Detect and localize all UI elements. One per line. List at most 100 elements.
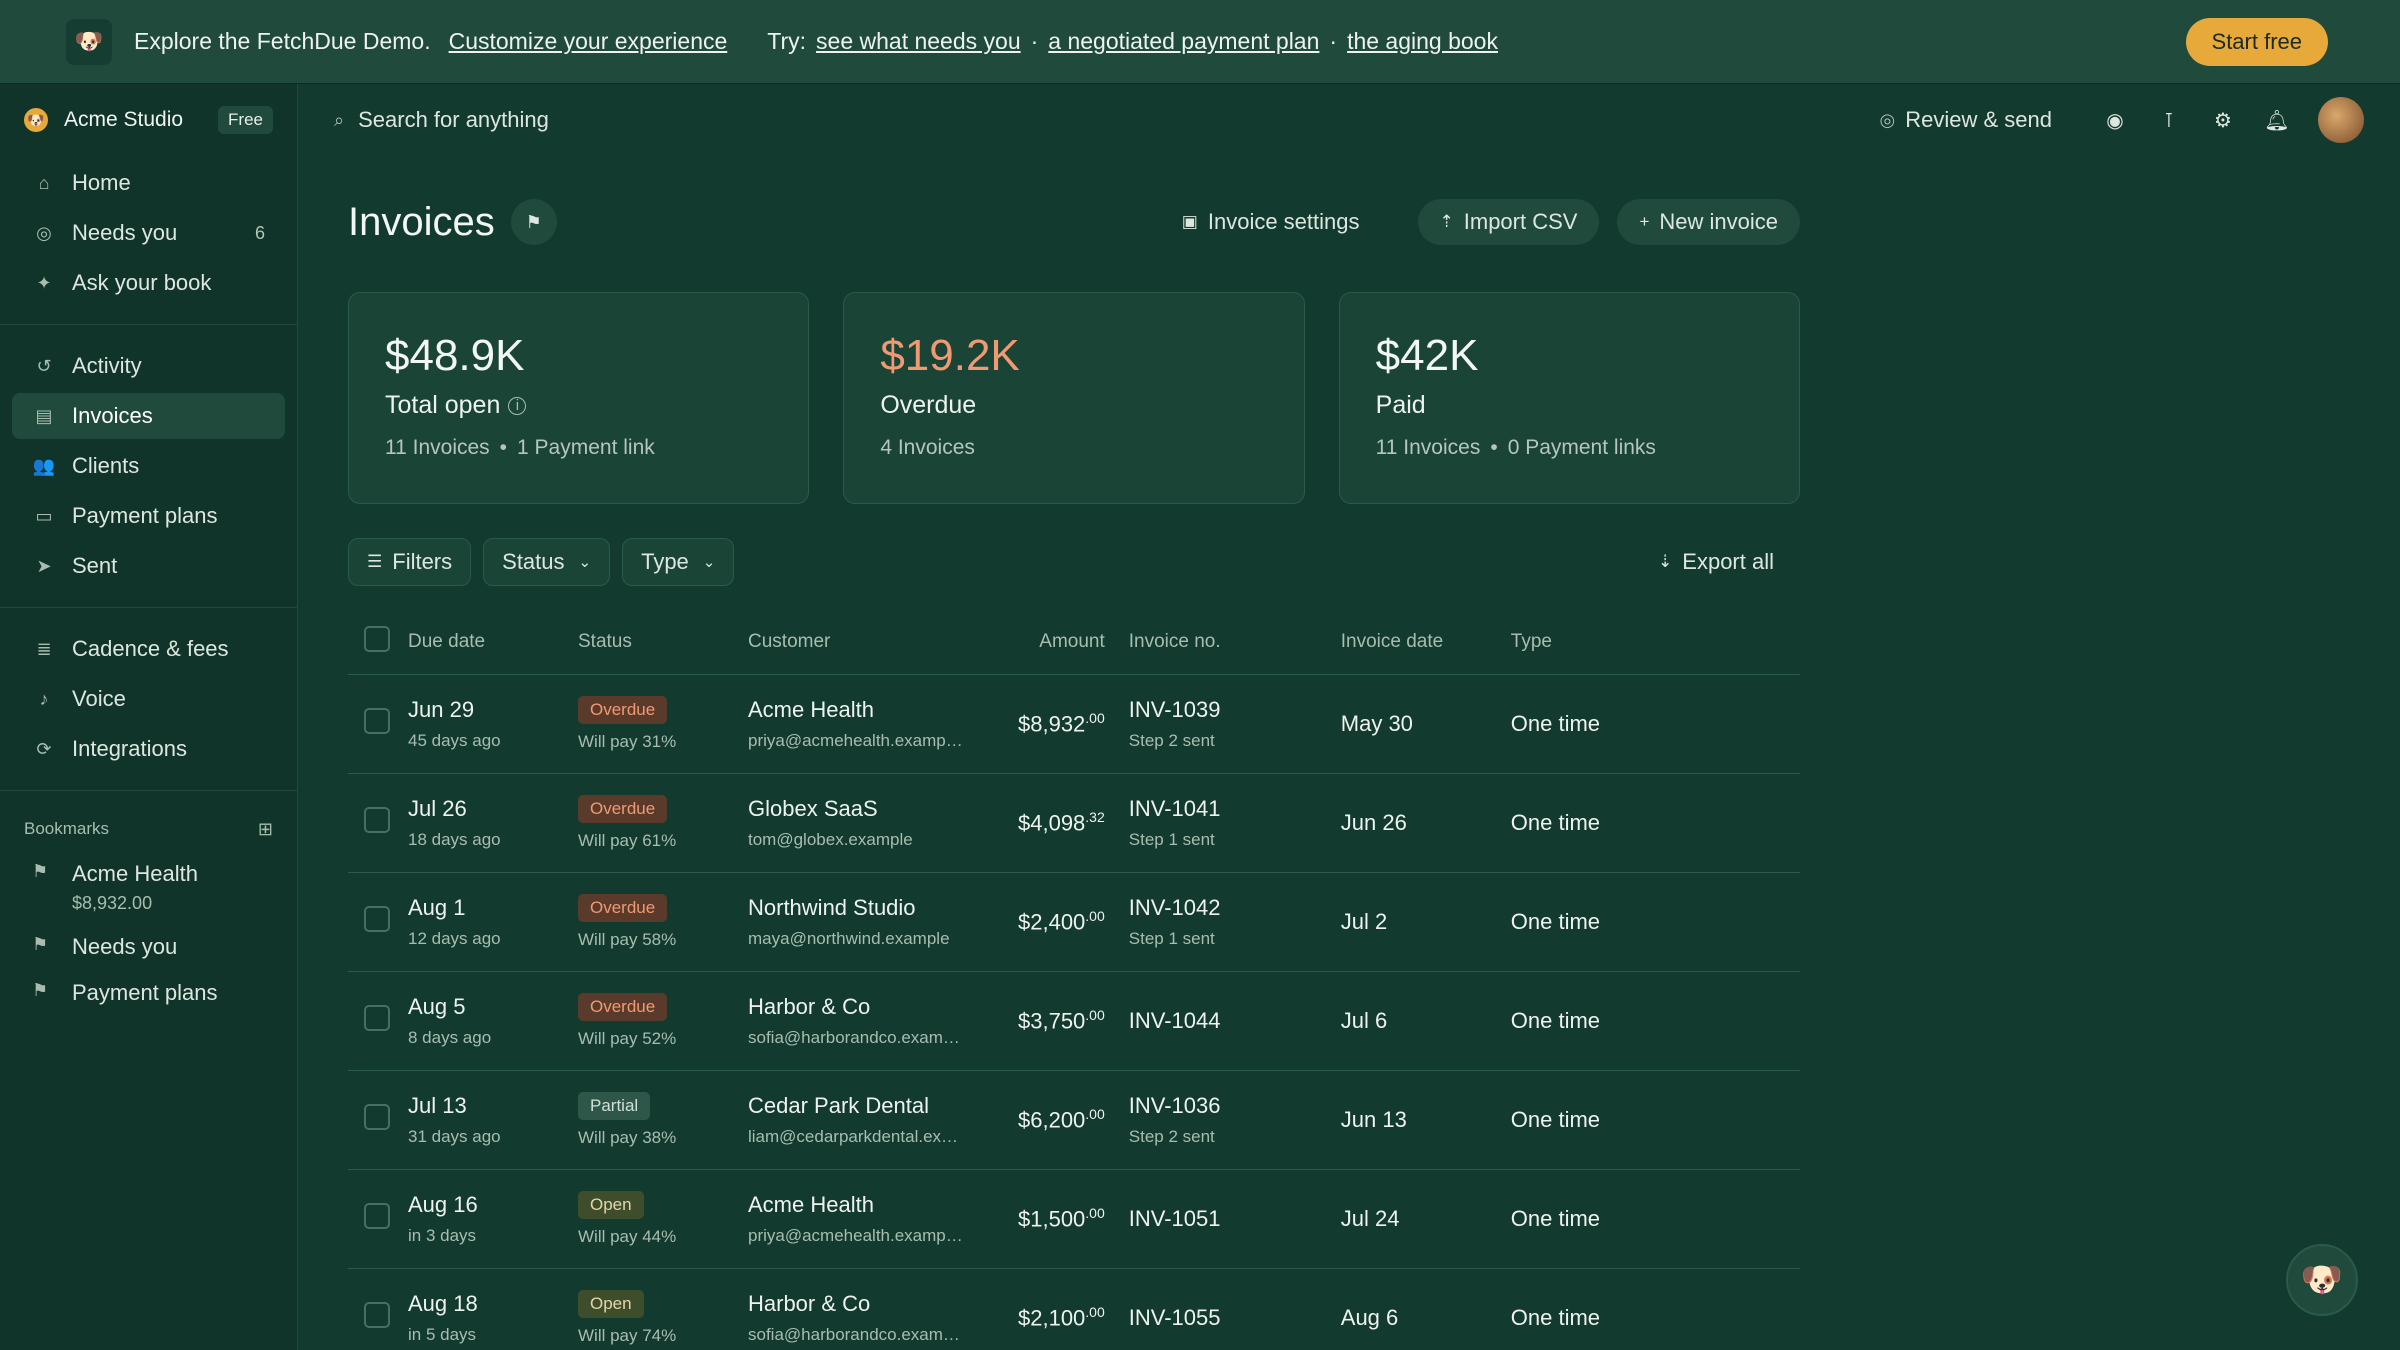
- sidebar-item-cadence-fees[interactable]: ≣ Cadence & fees: [12, 626, 285, 672]
- sidebar-item-needs-you[interactable]: ◎ Needs you 6: [12, 210, 285, 256]
- header-invoice-no[interactable]: Invoice no.: [1128, 610, 1341, 675]
- try-link-needs-you[interactable]: see what needs you: [816, 28, 1021, 55]
- customer-name[interactable]: Acme Health: [748, 697, 1018, 723]
- sidebar-item-voice[interactable]: ♪ Voice: [12, 676, 285, 722]
- sidebar-item-label: Integrations: [72, 736, 187, 761]
- header-customer[interactable]: Customer: [748, 610, 1018, 675]
- sidebar-item-invoices[interactable]: ▤ Invoices: [12, 393, 285, 439]
- review-send-button[interactable]: ◎ Review & send: [1880, 107, 2052, 133]
- row-checkbox[interactable]: [364, 1104, 390, 1130]
- import-csv-label: Import CSV: [1463, 209, 1578, 234]
- select-all-checkbox[interactable]: [364, 625, 390, 652]
- amount: $2,100: [1018, 1305, 1086, 1331]
- table-row[interactable]: Aug 18 in 5 days Open Will pay 74% Harbor & …: [348, 1268, 1800, 1350]
- invoice-number[interactable]: INV-1036: [1129, 1093, 1341, 1119]
- paint-roller-icon[interactable]: ⊺: [2155, 106, 2183, 134]
- customer-name[interactable]: Globex SaaS: [748, 796, 1018, 822]
- invoice-date: May 30: [1340, 710, 1413, 736]
- sidebar-item-home[interactable]: ⌂ Home: [12, 160, 285, 206]
- table-row[interactable]: Aug 16 in 3 days Open Will pay 44% Acme Heal…: [348, 1169, 1800, 1269]
- invoice-type: One time: [1510, 1304, 1601, 1330]
- header-status[interactable]: Status: [578, 610, 748, 675]
- plan-badge: Free: [218, 106, 273, 134]
- pay-likelihood: Will pay 61%: [578, 830, 677, 850]
- customer-name[interactable]: Harbor & Co: [748, 1291, 1018, 1317]
- table-row[interactable]: Jul 13 31 days ago Partial Will pay 38% Ceda…: [348, 1070, 1800, 1170]
- sidebar-item-label: Invoices: [72, 403, 153, 428]
- invoice-number[interactable]: INV-1044: [1129, 1008, 1341, 1034]
- dog-logo-icon: 🐶: [66, 18, 112, 65]
- workspace-switcher[interactable]: 🐶 Acme Studio Free: [0, 84, 297, 156]
- row-checkbox[interactable]: [364, 906, 390, 932]
- row-checkbox[interactable]: [364, 1302, 390, 1328]
- invoice-number[interactable]: INV-1051: [1129, 1206, 1341, 1232]
- bookmark-page-icon[interactable]: ⚑: [510, 199, 557, 245]
- table-row[interactable]: Jun 29 45 days ago Overdue Will pay 31% Acme…: [348, 674, 1800, 774]
- invoice-type: One time: [1510, 908, 1601, 934]
- new-invoice-button[interactable]: + New invoice: [1617, 199, 1800, 245]
- sidebar-item-clients[interactable]: 👥 Clients: [12, 443, 285, 489]
- bell-icon[interactable]: 🔔︎: [2263, 106, 2291, 134]
- header-due-date[interactable]: Due date: [408, 610, 578, 675]
- invoice-number[interactable]: INV-1055: [1129, 1305, 1341, 1331]
- table-row[interactable]: Aug 1 12 days ago Overdue Will pay 58% North…: [348, 872, 1800, 972]
- header-type[interactable]: Type: [1510, 610, 1800, 675]
- bookmark-payment-plans[interactable]: ⚑ Payment plans: [12, 972, 285, 1014]
- start-free-button[interactable]: Start free: [2185, 18, 2328, 66]
- type-dropdown[interactable]: Type ⌄: [622, 538, 735, 586]
- paid-label: Paid: [1375, 391, 1426, 419]
- search-input[interactable]: ⌕ Search for anything: [334, 107, 549, 133]
- sidebar-item-sent[interactable]: ➤ Sent: [12, 543, 285, 589]
- bookmark-needs-you[interactable]: ⚑ Needs you: [12, 926, 285, 968]
- customer-name[interactable]: Northwind Studio: [748, 895, 1018, 921]
- overdue-card[interactable]: $19.2K Overdue 4 Invoices: [843, 292, 1305, 504]
- export-all-button[interactable]: ⇣ Export all: [1658, 549, 1800, 575]
- header-invoice-date[interactable]: Invoice date: [1340, 610, 1511, 675]
- sidebar-item-label: Ask your book: [72, 270, 212, 295]
- customer-name[interactable]: Acme Health: [748, 1192, 1018, 1218]
- eye-icon[interactable]: ◉: [2101, 106, 2129, 134]
- row-checkbox[interactable]: [364, 708, 390, 734]
- status-badge: Open: [578, 1289, 644, 1318]
- filters-button[interactable]: ☰ Filters: [348, 538, 472, 586]
- info-icon[interactable]: i: [508, 396, 527, 415]
- invoice-number[interactable]: INV-1042: [1129, 895, 1341, 921]
- invoice-number[interactable]: INV-1039: [1129, 697, 1341, 723]
- customer-name[interactable]: Harbor & Co: [748, 994, 1018, 1020]
- try-link-payment-plan[interactable]: a negotiated payment plan: [1048, 28, 1319, 55]
- avatar[interactable]: [2318, 97, 2364, 143]
- try-link-aging-book[interactable]: the aging book: [1347, 28, 1498, 55]
- gear-icon[interactable]: ⚙: [2209, 106, 2237, 134]
- status-dropdown[interactable]: Status ⌄: [483, 538, 611, 586]
- assistant-dog-icon[interactable]: 🐶: [2286, 1244, 2358, 1316]
- manage-bookmarks-icon[interactable]: ⊞: [258, 819, 273, 840]
- review-send-label: Review & send: [1905, 107, 2052, 132]
- sidebar-item-payment-plans[interactable]: ▭ Payment plans: [12, 493, 285, 539]
- customer-name[interactable]: Cedar Park Dental: [748, 1093, 1018, 1119]
- import-csv-button[interactable]: ⇡ Import CSV: [1417, 199, 1600, 245]
- bookmark-acme-health[interactable]: ⚑ Acme Health $8,932.00: [12, 853, 285, 922]
- sidebar-item-ask-your-book[interactable]: ✦ Ask your book: [12, 260, 285, 306]
- row-checkbox[interactable]: [364, 807, 390, 833]
- due-date: Aug 16: [408, 1191, 478, 1217]
- pay-likelihood: Will pay 52%: [578, 1028, 677, 1048]
- sidebar-divider: [0, 324, 297, 325]
- row-checkbox[interactable]: [364, 1203, 390, 1229]
- sidebar-item-label: Needs you: [72, 220, 178, 245]
- table-row[interactable]: Jul 26 18 days ago Overdue Will pay 61% Glob…: [348, 773, 1800, 873]
- paid-card[interactable]: $42K Paid 11 Invoices • 0 Payment links: [1338, 292, 1800, 504]
- invoice-date: Jul 6: [1340, 1007, 1388, 1033]
- total-open-card[interactable]: $48.9K Total open i 11 Invoices • 1 Payment…: [348, 292, 810, 504]
- sidebar-item-integrations[interactable]: ⟳ Integrations: [12, 726, 285, 772]
- table-row[interactable]: Aug 5 8 days ago Overdue Will pay 52% Harbor…: [348, 971, 1800, 1071]
- total-open-links: 1 Payment link: [517, 436, 655, 459]
- invoice-number[interactable]: INV-1041: [1129, 796, 1341, 822]
- top-bar: ⌕ Search for anything ◎ Review & send ◉ ⊺…: [298, 84, 2400, 156]
- header-amount[interactable]: Amount: [1018, 610, 1129, 675]
- sidebar-item-activity[interactable]: ↺ Activity: [12, 343, 285, 389]
- table-header-row: Due date Status Customer Amount Invoice …: [348, 610, 1800, 675]
- invoice-settings-button[interactable]: ▣ Invoice settings: [1182, 209, 1360, 235]
- customize-link[interactable]: Customize your experience: [449, 28, 728, 55]
- row-checkbox[interactable]: [364, 1005, 390, 1031]
- sidebar: 🐶 Acme Studio Free ⌂ Home ◎ Needs you 6 ✦ As…: [0, 84, 298, 1350]
